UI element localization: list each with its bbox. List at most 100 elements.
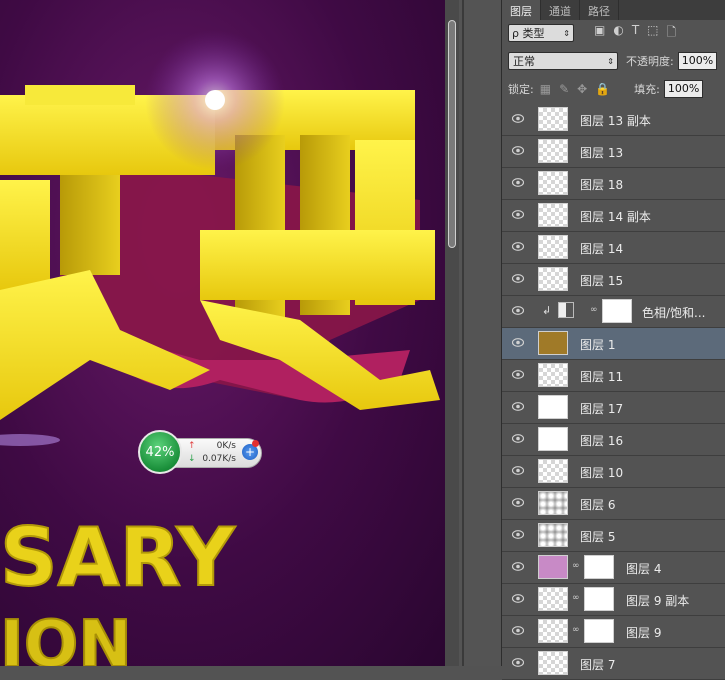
opacity-field[interactable]: 100% bbox=[677, 52, 718, 70]
link-icon[interactable]: ∞ bbox=[590, 305, 598, 315]
pixel-filter-icon[interactable]: ▣ bbox=[594, 23, 605, 44]
eye-icon[interactable] bbox=[512, 274, 524, 283]
layer-thumbnail bbox=[538, 139, 568, 163]
lock-row: 锁定: ▦ ✎ ✥ 🔒 填充: 100% bbox=[508, 78, 725, 100]
canvas-scrollbar[interactable] bbox=[445, 0, 459, 666]
blend-mode-select[interactable]: 正常 ⇕ bbox=[508, 52, 618, 70]
eye-icon[interactable] bbox=[512, 306, 524, 315]
document-canvas[interactable]: SARY ION 42% ↑ 0K/s ↓ 0.07K/s + bbox=[0, 0, 445, 666]
layer-thumbnail bbox=[538, 555, 568, 579]
lock-paint-icon[interactable]: ✎ bbox=[559, 82, 569, 96]
layer-row[interactable]: 图层 14 副本 bbox=[502, 200, 725, 232]
layer-row[interactable]: 图层 6 bbox=[502, 488, 725, 520]
layer-thumbnail bbox=[538, 267, 568, 291]
layer-name: 图层 11 bbox=[580, 370, 624, 384]
layer-thumbnail bbox=[538, 459, 568, 483]
lock-move-icon[interactable]: ✥ bbox=[577, 82, 587, 96]
layer-row[interactable]: 图层 11 bbox=[502, 360, 725, 392]
layer-mask-thumbnail bbox=[584, 555, 614, 579]
chevron-updown-icon: ⇕ bbox=[607, 56, 614, 66]
link-icon[interactable]: ∞ bbox=[572, 593, 580, 603]
eye-icon[interactable] bbox=[512, 114, 524, 123]
link-icon[interactable]: ∞ bbox=[572, 561, 580, 571]
layer-mask-thumbnail bbox=[584, 587, 614, 611]
eye-icon[interactable] bbox=[512, 338, 524, 347]
eye-icon[interactable] bbox=[512, 466, 524, 475]
layer-thumbnail bbox=[538, 427, 568, 451]
eye-icon[interactable] bbox=[512, 594, 524, 603]
layer-row[interactable]: 图层 7 bbox=[502, 648, 725, 680]
lock-all-icon[interactable]: 🔒 bbox=[595, 82, 610, 96]
eye-icon[interactable] bbox=[512, 530, 524, 539]
layer-name: 图层 13 副本 bbox=[580, 114, 651, 128]
layer-thumbnail bbox=[538, 235, 568, 259]
layer-row[interactable]: 图层 15 bbox=[502, 264, 725, 296]
layer-mask-thumbnail bbox=[602, 299, 632, 323]
adjustment-filter-icon[interactable]: ◐ bbox=[613, 23, 623, 44]
smart-object-filter-icon[interactable]: 🗋 bbox=[667, 23, 677, 44]
eye-icon[interactable] bbox=[512, 242, 524, 251]
layer-name: 图层 9 副本 bbox=[626, 594, 690, 608]
layer-row[interactable]: 图层 13 bbox=[502, 136, 725, 168]
layer-thumbnail bbox=[538, 491, 568, 515]
filter-icons: ▣ ◐ T ⬚ 🗋 bbox=[594, 23, 676, 44]
eye-icon[interactable] bbox=[512, 370, 524, 379]
opacity-label: 不透明度: bbox=[626, 55, 674, 68]
layer-name: 图层 13 bbox=[580, 146, 624, 160]
blend-mode-value: 正常 bbox=[513, 55, 535, 68]
link-icon[interactable]: ∞ bbox=[572, 625, 580, 635]
layer-mask-thumbnail bbox=[584, 619, 614, 643]
download-speed: 0.07K/s bbox=[202, 454, 236, 464]
percent-circle[interactable]: 42% bbox=[138, 430, 182, 474]
layer-name: 图层 17 bbox=[580, 402, 624, 416]
eye-icon[interactable] bbox=[512, 434, 524, 443]
layer-name: 图层 18 bbox=[580, 178, 624, 192]
layer-name: 图层 16 bbox=[580, 434, 624, 448]
layer-row[interactable]: ∞ 图层 9 bbox=[502, 616, 725, 648]
eye-icon[interactable] bbox=[512, 178, 524, 187]
layer-name: 图层 15 bbox=[580, 274, 624, 288]
layer-name: 图层 5 bbox=[580, 530, 616, 544]
layer-row-adjustment[interactable]: ↲ ∞ 色相/饱和... bbox=[502, 296, 725, 328]
upload-speed: 0K/s bbox=[216, 441, 236, 451]
type-filter-icon[interactable]: T bbox=[632, 23, 639, 44]
layer-row[interactable]: ∞ 图层 9 副本 bbox=[502, 584, 725, 616]
layer-thumbnail bbox=[538, 523, 568, 547]
filter-kind-select[interactable]: ρ 类型 ⇕ bbox=[508, 24, 574, 42]
layer-thumbnail bbox=[538, 171, 568, 195]
layer-name: 图层 14 副本 bbox=[580, 210, 651, 224]
layer-name: 图层 14 bbox=[580, 242, 624, 256]
notification-dot bbox=[252, 440, 259, 447]
art-text-sary: SARY bbox=[0, 511, 236, 604]
eye-icon[interactable] bbox=[512, 402, 524, 411]
tab-layers[interactable]: 图层 bbox=[502, 0, 541, 20]
scrollbar-thumb[interactable] bbox=[448, 20, 456, 248]
layer-row[interactable]: ∞ 图层 4 bbox=[502, 552, 725, 584]
layer-row[interactable]: 图层 14 bbox=[502, 232, 725, 264]
layer-row-selected[interactable]: 图层 1 bbox=[502, 328, 725, 360]
layer-row[interactable]: 图层 5 bbox=[502, 520, 725, 552]
fill-field[interactable]: 100% bbox=[663, 80, 704, 98]
eye-icon[interactable] bbox=[512, 562, 524, 571]
eye-icon[interactable] bbox=[512, 210, 524, 219]
artwork: SARY ION bbox=[0, 30, 440, 666]
network-speed-widget[interactable]: 42% ↑ 0K/s ↓ 0.07K/s + bbox=[138, 430, 264, 476]
tab-channels[interactable]: 通道 bbox=[541, 0, 580, 20]
blend-row: 正常 ⇕ 不透明度: 100% bbox=[508, 50, 725, 72]
eye-icon[interactable] bbox=[512, 146, 524, 155]
eye-icon[interactable] bbox=[512, 626, 524, 635]
tab-paths[interactable]: 路径 bbox=[580, 0, 619, 20]
layer-row[interactable]: 图层 18 bbox=[502, 168, 725, 200]
layer-thumbnail bbox=[538, 363, 568, 387]
lock-icons: ▦ ✎ ✥ 🔒 bbox=[540, 82, 610, 96]
clipping-mask-icon: ↲ bbox=[542, 304, 552, 317]
eye-icon[interactable] bbox=[512, 498, 524, 507]
layer-row[interactable]: 图层 10 bbox=[502, 456, 725, 488]
shape-filter-icon[interactable]: ⬚ bbox=[647, 23, 658, 44]
lock-transparency-icon[interactable]: ▦ bbox=[540, 82, 551, 96]
layer-row[interactable]: 图层 16 bbox=[502, 424, 725, 456]
layer-row[interactable]: 图层 13 副本 bbox=[502, 104, 725, 136]
layer-name: 图层 7 bbox=[580, 658, 616, 672]
chevron-updown-icon: ⇕ bbox=[563, 28, 570, 38]
layer-row[interactable]: 图层 17 bbox=[502, 392, 725, 424]
